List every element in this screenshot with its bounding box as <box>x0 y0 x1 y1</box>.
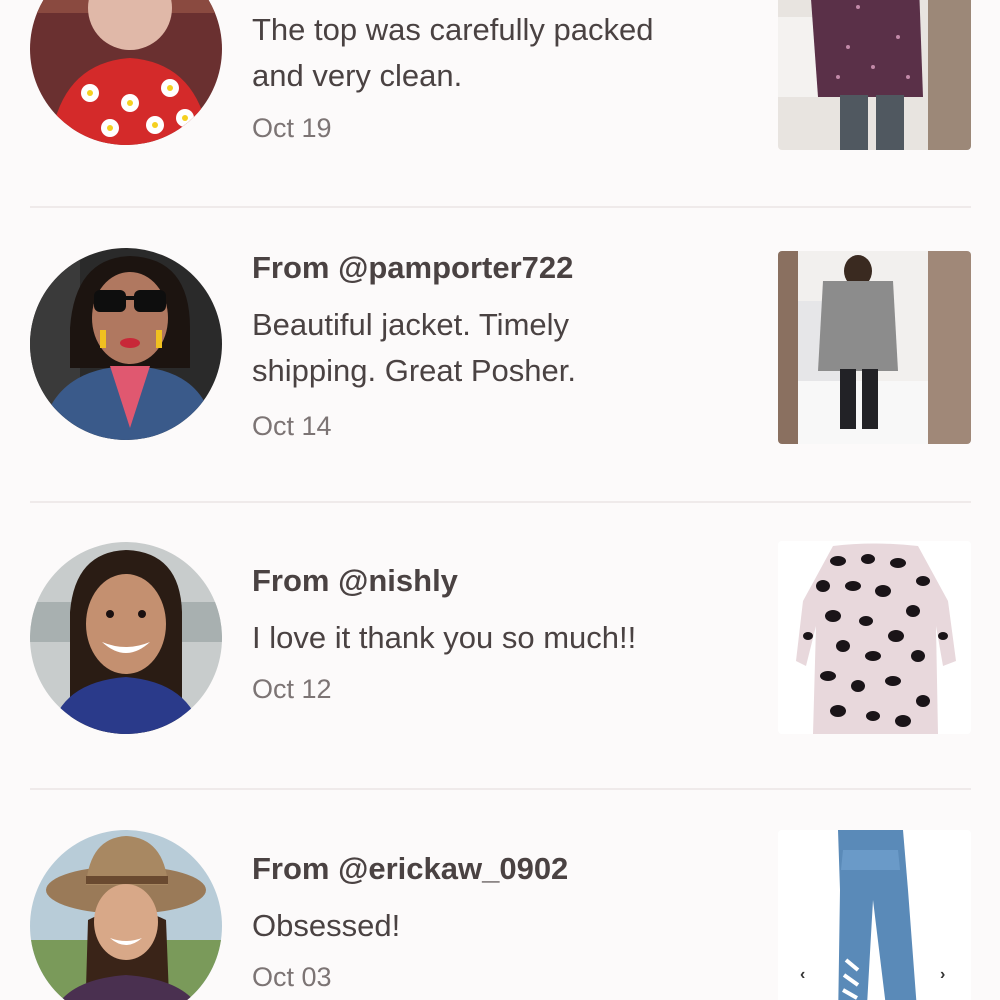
review-divider <box>30 206 971 208</box>
reviewer-avatar[interactable] <box>30 542 222 734</box>
reviewer-username[interactable]: From @erickaw_0902 <box>252 849 752 889</box>
review-date: Oct 03 <box>252 962 332 992</box>
comment-line: Obsessed! <box>252 908 401 943</box>
avatar-photo <box>30 0 222 145</box>
comment-line: Beautiful jacket. Timely <box>252 307 570 342</box>
review-comment: The top was carefully packed and very cl… <box>252 7 752 99</box>
comment-line: and very clean. <box>252 58 463 93</box>
love-notes-feed: The top was carefully packed and very cl… <box>0 0 1000 1000</box>
comment-line: shipping. Great Posher. <box>252 353 576 388</box>
reviewer-username[interactable]: From @pamporter722 <box>252 248 752 288</box>
avatar-photo <box>30 248 222 440</box>
review-divider <box>30 501 971 503</box>
review-divider <box>30 788 971 790</box>
carousel-prev-icon[interactable]: ‹ <box>800 966 805 984</box>
avatar-photo <box>30 830 222 1000</box>
carousel-next-icon[interactable]: › <box>940 966 945 984</box>
avatar-photo <box>30 542 222 734</box>
reviewer-avatar[interactable] <box>30 0 222 145</box>
review-date: Oct 14 <box>252 411 332 441</box>
reviewer-username[interactable]: From @nishly <box>252 561 752 601</box>
review-date: Oct 12 <box>252 674 332 704</box>
listing-photo <box>778 251 971 444</box>
review-comment: Beautiful jacket. Timely shipping. Great… <box>252 302 752 394</box>
reviewer-avatar[interactable] <box>30 830 222 1000</box>
listing-thumbnail[interactable] <box>778 251 971 444</box>
review-date: Oct 19 <box>252 113 332 143</box>
review-comment: I love it thank you so much!! <box>252 615 752 661</box>
reviewer-avatar[interactable] <box>30 248 222 440</box>
review-comment: Obsessed! <box>252 903 752 949</box>
listing-thumbnail[interactable] <box>778 541 971 734</box>
listing-thumbnail[interactable] <box>778 0 971 150</box>
listing-photo <box>778 0 971 150</box>
listing-thumbnail[interactable]: ‹ › <box>778 830 971 1000</box>
comment-line: The top was carefully packed <box>252 12 654 47</box>
comment-line: I love it thank you so much!! <box>252 620 637 655</box>
listing-photo <box>778 541 971 734</box>
